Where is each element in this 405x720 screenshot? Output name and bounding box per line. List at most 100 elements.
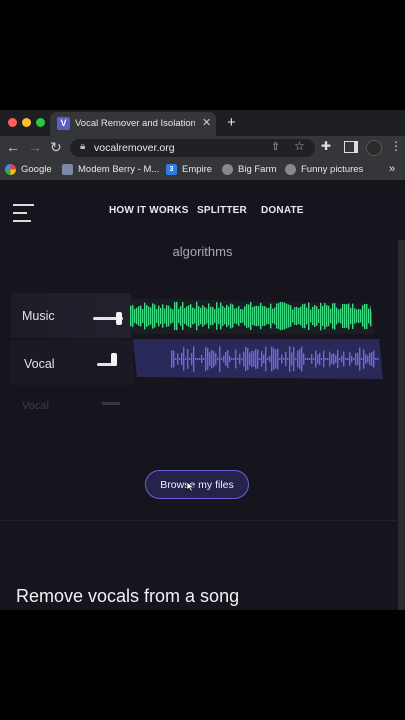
waveform-bar — [192, 307, 194, 325]
music-volume-knob[interactable] — [115, 312, 122, 325]
bookmark-modem-berry[interactable]: Modem Berry - M... — [78, 164, 159, 175]
waveform-bar — [224, 307, 226, 325]
waveform-bar — [132, 305, 134, 327]
bookmark-empire[interactable]: Empire — [182, 164, 212, 175]
waveform-bar — [175, 358, 177, 360]
waveform-bar — [320, 301, 322, 331]
waveform-bar — [377, 358, 379, 360]
waveform-bar — [245, 346, 247, 372]
ghost-track-label: Vocal — [22, 400, 49, 412]
reload-icon[interactable]: ↻ — [50, 139, 62, 156]
waveform-bar — [373, 350, 375, 368]
waveform-bar — [309, 358, 311, 360]
share-icon[interactable]: ⇧ — [271, 140, 280, 153]
more-bookmarks-icon[interactable]: » — [389, 163, 395, 175]
waveform-bar — [260, 302, 262, 330]
waveform-bar — [156, 309, 158, 323]
nav-donate[interactable]: DONATE — [261, 205, 304, 216]
new-tab-icon[interactable]: + — [227, 114, 236, 131]
waveform-bar — [220, 302, 222, 330]
waveform-bar — [205, 347, 207, 371]
waveform-bar — [268, 307, 270, 325]
lock-icon[interactable]: 🔒︎ — [80, 141, 85, 152]
waveform-bar — [327, 358, 329, 360]
waveform-bar — [184, 308, 186, 324]
tab-favicon-icon: V — [57, 117, 70, 130]
waveform-bar — [201, 354, 203, 364]
waveform-bar — [250, 301, 252, 331]
waveform-bar — [172, 309, 174, 323]
waveform-bar — [369, 352, 371, 366]
vocal-volume-knob[interactable] — [111, 353, 117, 366]
nav-splitter[interactable]: SPLITTER — [197, 205, 247, 216]
maximize-window-button[interactable] — [36, 118, 45, 127]
browse-files-button[interactable]: Browse my files — [145, 470, 249, 499]
nav-how-it-works[interactable]: HOW IT WORKS — [109, 205, 189, 216]
waveform-bar — [339, 358, 341, 360]
waveform-bar — [355, 352, 357, 366]
waveform-bar — [140, 305, 142, 327]
waveform-bar — [367, 355, 369, 363]
waveform-bar — [361, 358, 363, 360]
waveform-bar — [343, 351, 345, 367]
waveform-bar — [150, 307, 152, 325]
waveform-bar — [246, 304, 248, 328]
waveform-bar — [317, 354, 319, 364]
waveform-bar — [318, 308, 320, 324]
extensions-icon[interactable]: ✚ — [321, 139, 331, 153]
mouse-cursor-icon — [186, 481, 195, 492]
waveform-bar — [324, 302, 326, 330]
forward-icon[interactable]: → — [28, 139, 42, 155]
browser-menu-icon[interactable]: ⋮ — [390, 139, 402, 153]
waveform-bar — [158, 305, 160, 327]
waveform-bar — [360, 309, 362, 323]
waveform-bar — [195, 358, 197, 360]
waveform-bar — [271, 346, 273, 372]
ghost-slider — [102, 402, 120, 405]
waveform-bar — [368, 308, 370, 324]
hamburger-menu-icon[interactable] — [13, 204, 34, 228]
waveform-bar — [340, 308, 342, 324]
waveform-bar — [279, 358, 281, 360]
minimize-window-button[interactable] — [22, 118, 31, 127]
url-text[interactable]: vocalremover.org — [94, 142, 175, 154]
waveform-bar — [342, 303, 344, 329]
close-window-button[interactable] — [8, 118, 17, 127]
bookmark-funny-pictures[interactable]: Funny pictures — [301, 164, 363, 175]
side-panel-icon[interactable] — [344, 141, 358, 153]
profile-avatar[interactable] — [366, 140, 382, 156]
waveform-bar — [223, 355, 225, 363]
waveform-bar — [225, 352, 227, 366]
waveform-bar — [200, 307, 202, 325]
waveform-bar — [326, 304, 328, 328]
waveform-bar — [322, 306, 324, 326]
waveform-bar — [337, 349, 339, 369]
waveform-bar — [249, 352, 251, 366]
waveform-bar — [293, 346, 295, 372]
waveform-bar — [239, 353, 241, 365]
waveform-bar — [356, 309, 358, 323]
waveform-bar — [291, 352, 293, 366]
bookmark-google[interactable]: Google — [21, 164, 52, 175]
waveform-bar — [354, 308, 356, 324]
waveform-bar — [258, 306, 260, 326]
tab-close-icon[interactable]: ✕ — [202, 116, 211, 129]
waveform-bar — [235, 349, 237, 369]
scrollbar[interactable] — [398, 240, 405, 610]
music-waveform — [130, 298, 375, 334]
waveform-bar — [208, 303, 210, 329]
bookmark-star-icon[interactable]: ☆ — [294, 139, 305, 153]
waveform-bar — [130, 305, 132, 327]
waveform-bar — [136, 307, 138, 325]
waveform-bar — [190, 304, 192, 328]
waveform-bar — [242, 309, 244, 323]
waveform-bar — [252, 307, 254, 325]
music-track-label: Music — [22, 309, 55, 323]
back-icon[interactable]: ← — [6, 139, 20, 155]
waveform-bar — [270, 303, 272, 329]
bookmark-big-farm[interactable]: Big Farm — [238, 164, 277, 175]
waveform-bar — [211, 349, 213, 369]
waveform-bar — [351, 355, 353, 363]
waveform-bar — [183, 347, 185, 371]
waveform-bar — [234, 308, 236, 324]
